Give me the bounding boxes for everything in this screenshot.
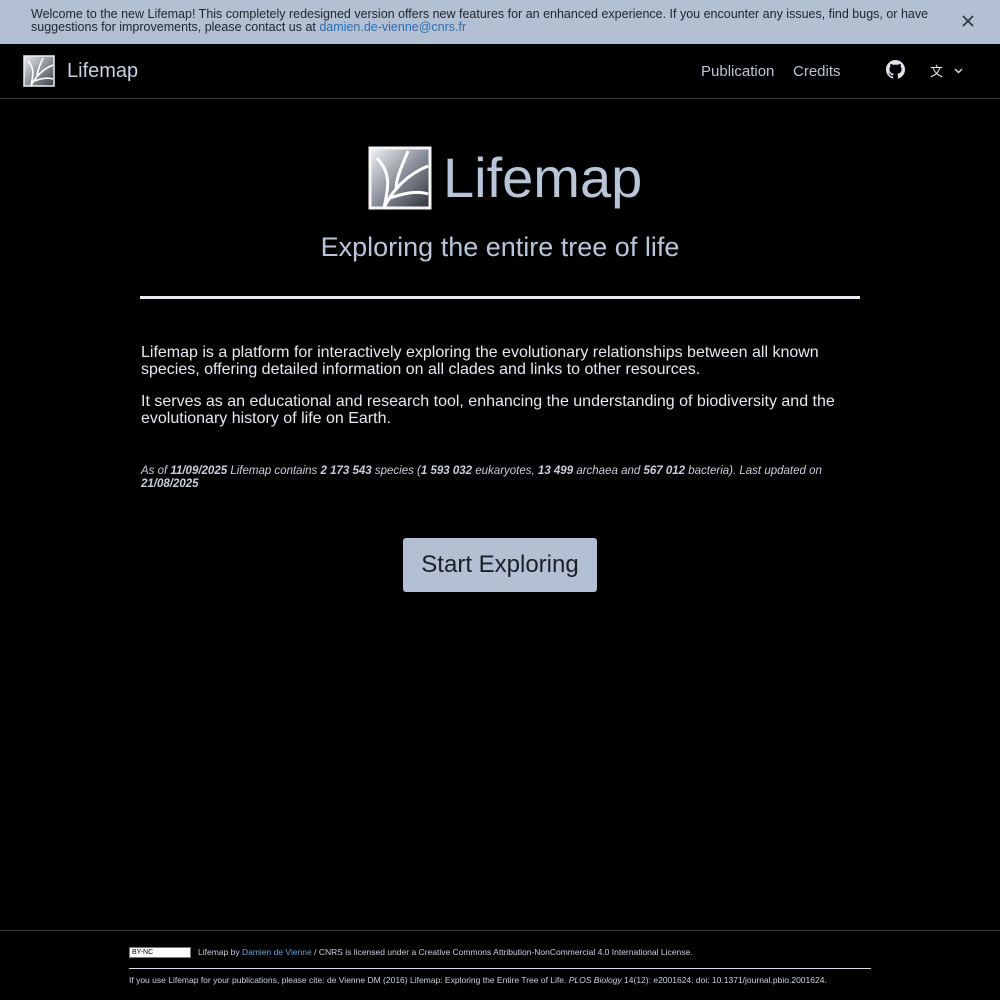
banner-text: Welcome to the new Lifemap! This complet…	[31, 7, 929, 34]
stats-eukaryotes: 1 593 032	[420, 465, 473, 477]
svg-text:文: 文	[930, 65, 943, 80]
footer-license-line: Lifemap by Damien de Vienne / CNRS is li…	[198, 947, 693, 957]
stats-bacteria-label: bacteria). Last updated on	[688, 465, 822, 477]
stats-contains: Lifemap contains	[230, 465, 318, 477]
stats-archaea: 13 499	[537, 465, 574, 477]
stats-date: 11/09/2025	[170, 465, 228, 477]
hero-subtitle: Exploring the entire tree of life	[320, 232, 680, 262]
top-navbar: Lifemap Publication Credits 文	[0, 44, 1000, 99]
stats-eukaryotes-label: eukaryotes,	[475, 465, 535, 477]
github-icon[interactable]	[886, 60, 905, 79]
stats-as-of: As of	[141, 465, 168, 477]
nav-link-credits[interactable]: Credits	[793, 63, 841, 80]
announcement-banner: Welcome to the new Lifemap! This complet…	[0, 0, 1000, 44]
citation-journal: PLOS Biology	[568, 975, 622, 985]
stats-species-label: species (	[374, 465, 421, 477]
translate-icon[interactable]: 文	[929, 62, 969, 80]
description-paragraph-1: Lifemap is a platform for interactively …	[141, 344, 819, 378]
nav-brand[interactable]: Lifemap	[67, 60, 138, 83]
citation-doi: 14(12): e2001624. doi: 10.1371/journal.p…	[624, 975, 827, 985]
stats-bacteria: 567 012	[643, 465, 686, 477]
stats-species: 2 173 543	[320, 465, 372, 477]
hero-divider	[140, 296, 860, 299]
lifemap-logo-icon[interactable]	[23, 55, 55, 87]
author-link[interactable]: Damien de Vienne	[242, 947, 312, 957]
footer: BY-NC Lifemap by Damien de Vienne / CNRS…	[0, 930, 1000, 1000]
nav-link-publication[interactable]: Publication	[701, 63, 774, 80]
stats-archaea-label: archaea and	[576, 465, 641, 477]
description-paragraph-2: It serves as an educational and research…	[141, 393, 835, 427]
hero-title: Lifemap	[443, 146, 643, 209]
start-exploring-button[interactable]: Start Exploring	[403, 538, 597, 592]
footer-divider	[129, 968, 871, 969]
hero-logo-icon	[368, 146, 432, 210]
footer-citation-line: If you use Lifemap for your publications…	[129, 975, 827, 985]
stats-updated: 21/08/2025	[141, 478, 199, 490]
footer-license-text: / CNRS is licensed under a Creative Comm…	[314, 947, 693, 957]
contact-email-link[interactable]: damien.de-vienne@cnrs.fr	[319, 20, 466, 34]
close-icon[interactable]	[961, 14, 975, 28]
footer-by: Lifemap by	[198, 947, 240, 957]
stats-line: As of 11/09/2025 Lifemap contains 2 173 …	[141, 465, 861, 491]
cc-license-badge[interactable]: BY-NC	[129, 947, 191, 958]
citation-text: If you use Lifemap for your publications…	[129, 975, 567, 985]
